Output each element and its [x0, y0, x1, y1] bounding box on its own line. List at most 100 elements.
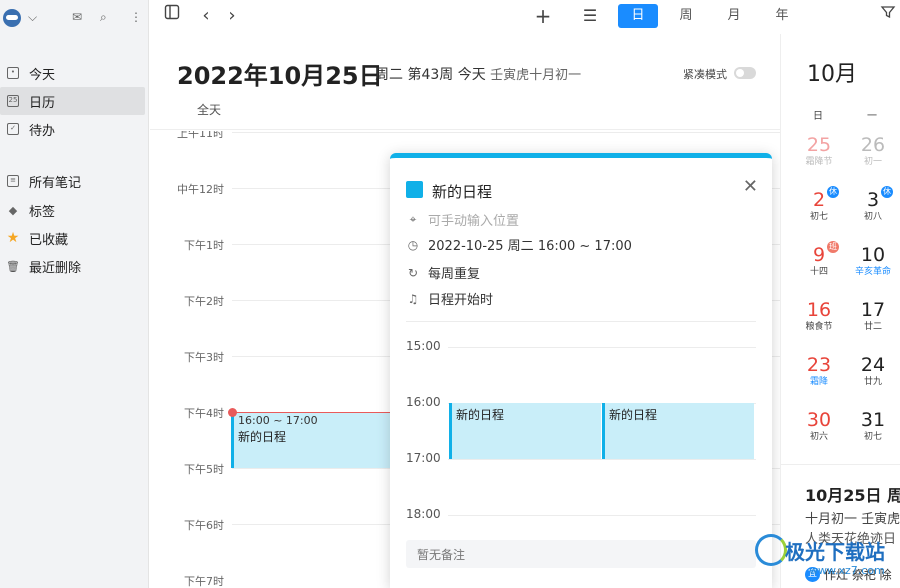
watermark: 极光下载站 www.xz7.com — [755, 530, 900, 588]
page-title: 2022年10月25日 — [177, 62, 383, 90]
hour-label: 下午2时 — [184, 295, 224, 308]
hour-line — [232, 132, 780, 133]
reminder-field[interactable]: ♫ 日程开始时 — [406, 289, 494, 309]
day-number: 24 — [860, 354, 886, 376]
mini-hour-label: 17:00 — [406, 451, 441, 465]
chevron-left-icon[interactable]: ‹ — [196, 4, 216, 28]
list-icon[interactable]: ☰ — [580, 4, 600, 28]
notes-icon: ≡ — [7, 175, 19, 187]
lunar-date: 壬寅虎十月初一 — [490, 68, 582, 83]
note-field[interactable]: 暂无备注 — [406, 540, 756, 568]
filter-icon[interactable] — [878, 4, 898, 28]
event-color-swatch[interactable] — [406, 181, 423, 198]
sidebar-item-label: 标签 — [29, 204, 56, 220]
mini-calendar-day[interactable]: 23 霜降 — [799, 354, 839, 388]
sidebar-item-calendar[interactable]: 25 日历 — [0, 87, 145, 115]
repeat-field[interactable]: ↻ 每周重复 — [406, 263, 481, 283]
calendar-icon: 25 — [7, 95, 19, 107]
mini-hour-label: 15:00 — [406, 339, 441, 353]
event-detail-popover: 新的日程 ✕ ⌖ 可手动输入位置 ◷ 2022-10-25 周二 16:00 ~… — [390, 153, 772, 588]
sidebar-item-trash[interactable]: 🗑 最近删除 — [0, 252, 145, 280]
day-number: 17 — [860, 299, 886, 321]
more-vertical-icon[interactable]: ⋮ — [130, 8, 142, 26]
mini-calendar-day[interactable]: 9 十四班 — [799, 241, 839, 278]
hour-label: 上午11时 — [177, 131, 224, 140]
mini-calendar-day[interactable]: 17 廿二 — [853, 299, 893, 333]
chevron-right-icon[interactable]: › — [222, 4, 242, 28]
mini-calendar-day[interactable]: 3 初八休 — [853, 186, 893, 223]
day-lunar: 初七 — [809, 212, 828, 222]
mini-event[interactable]: 新的日程 — [602, 403, 754, 459]
mail-icon[interactable]: ✉ — [72, 8, 82, 26]
mini-event[interactable]: 新的日程 — [449, 403, 601, 459]
weekday-label: 日 — [813, 111, 823, 122]
sidebar: ⌵ ✉ ⌕ ⋮ • 今天 25 日历 ✓ 待办 ≡ 所有笔记 ◆ 标签 ★ 已收… — [0, 0, 149, 588]
mini-calendar-day[interactable]: 16 粮食节 — [799, 299, 839, 333]
event-repeat: 每周重复 — [428, 267, 481, 282]
mini-calendar-day[interactable]: 24 廿九 — [853, 354, 893, 388]
day-number: 23 — [806, 354, 832, 376]
mini-hour-label: 18:00 — [406, 507, 441, 521]
tab-week[interactable]: 周 — [666, 4, 706, 28]
bell-icon: ♫ — [407, 291, 419, 306]
hour-label: 下午3时 — [184, 351, 224, 364]
holiday-badge: 休 — [881, 186, 893, 198]
trash-icon: 🗑 — [6, 259, 20, 273]
sidebar-topbar: ⌵ ✉ ⌕ ⋮ — [0, 0, 148, 34]
compact-mode-toggle[interactable] — [734, 67, 756, 79]
day-header: 2022年10月25日 周二 第43周 今天 壬寅虎十月初一 紧凑模式 全天 — [150, 34, 780, 130]
sidebar-toggle-icon[interactable] — [162, 4, 182, 28]
mini-calendar-day[interactable]: 2 初七休 — [799, 186, 839, 223]
holiday-badge: 休 — [827, 186, 839, 198]
mini-calendar-panel: 10月 日 一 25 霜降节 26 初一 2 初七休 3 初八休 9 十四班 10 辛亥革命 16 粮食节… — [780, 34, 900, 588]
sidebar-item-tags[interactable]: ◆ 标签 — [0, 196, 145, 224]
date-meta: 周二 第43周 今天 壬寅虎十月初一 — [375, 64, 581, 84]
weekday-label: 一 — [867, 111, 877, 122]
day-number: 25 — [806, 134, 832, 156]
day-number: 10 — [860, 244, 886, 266]
sidebar-item-all-notes[interactable]: ≡ 所有笔记 — [0, 167, 145, 195]
tab-day[interactable]: 日 — [618, 4, 658, 28]
mini-calendar-day[interactable]: 25 霜降节 — [799, 134, 839, 168]
sidebar-item-today[interactable]: • 今天 — [0, 59, 145, 87]
repeat-icon: ↻ — [407, 265, 419, 280]
mini-calendar-day[interactable]: 10 辛亥革命 — [853, 244, 893, 278]
mini-calendar-day[interactable]: 31 初七 — [853, 409, 893, 443]
datetime-field[interactable]: ◷ 2022-10-25 周二 16:00 ~ 17:00 — [406, 235, 632, 255]
event-reminder: 日程开始时 — [428, 293, 494, 308]
tab-year[interactable]: 年 — [762, 4, 802, 28]
add-icon[interactable]: + — [533, 4, 553, 28]
mini-hour-line — [448, 459, 756, 460]
day-lunar: 粮食节 — [805, 322, 833, 332]
mini-calendar-day[interactable]: 30 初六 — [799, 409, 839, 443]
day-lunar: 辛亥革命 — [854, 267, 891, 277]
watermark-logo-icon — [755, 534, 787, 566]
day-lunar: 廿九 — [863, 377, 882, 387]
hour-label: 下午5时 — [184, 463, 224, 476]
day-lunar: 霜降 — [809, 377, 828, 387]
tag-icon: ◆ — [8, 203, 18, 217]
event-title-field[interactable]: 新的日程 — [432, 181, 492, 202]
sidebar-item-todo[interactable]: ✓ 待办 — [0, 115, 145, 143]
close-icon[interactable]: ✕ — [743, 176, 758, 197]
hour-label: 下午7时 — [184, 575, 224, 588]
search-icon[interactable]: ⌕ — [100, 8, 107, 26]
divider — [781, 464, 900, 465]
main-toolbar: ‹ › + ☰ 日 周 月 年 — [150, 0, 900, 34]
mini-hour-label: 16:00 — [406, 395, 441, 409]
sidebar-item-label: 日历 — [29, 95, 56, 111]
mini-calendar-day[interactable]: 26 初一 — [853, 134, 893, 168]
day-lunar: 初六 — [809, 432, 828, 442]
day-lunar: 十四 — [809, 267, 828, 277]
location-field[interactable]: ⌖ 可手动输入位置 — [406, 210, 519, 229]
day-number: 26 — [860, 134, 886, 156]
location-pin-icon: ⌖ — [409, 212, 417, 226]
chevron-down-icon[interactable]: ⌵ — [28, 8, 37, 26]
selected-date: 10月25日 周 — [805, 486, 900, 505]
avatar[interactable] — [3, 9, 21, 27]
tab-month[interactable]: 月 — [714, 4, 754, 28]
todo-check-icon: ✓ — [7, 123, 19, 135]
sidebar-item-favorites[interactable]: ★ 已收藏 — [0, 224, 145, 252]
day-lunar: 初一 — [863, 157, 882, 167]
sidebar-item-label: 待办 — [29, 123, 56, 139]
